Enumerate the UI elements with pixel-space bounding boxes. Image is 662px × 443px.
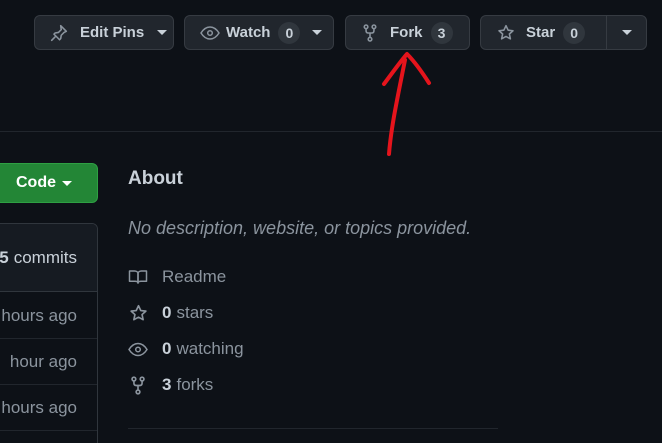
edit-pins-label: Edit Pins [80,24,145,41]
code-button[interactable]: Code [0,163,98,203]
watching-count: 0 [162,339,172,358]
book-icon [128,268,148,286]
list-item: hour ago [0,339,97,385]
chevron-down-icon [621,30,632,35]
fork-label: Fork [390,24,423,41]
about-heading: About [128,168,183,189]
star-label: Star [526,24,556,41]
commit-time: hours ago [1,305,77,325]
star-list-dropdown[interactable] [607,16,646,49]
star-button-group: Star 0 [480,15,647,50]
chevron-down-icon [62,180,72,186]
forks-label: forks [176,375,214,394]
list-item: hours ago [0,293,97,339]
about-divider [128,428,498,429]
stars-count: 0 [162,303,172,322]
fork-count: 3 [430,21,453,44]
repo-page: Edit Pins Watch 0 Fork 3 Star 0 Code 5 c… [0,0,662,443]
file-list: 5 commits hours ago hour ago hours ago [0,223,98,443]
watch-count: 0 [278,21,301,44]
commit-time: hours ago [1,397,77,417]
about-description: No description, website, or topics provi… [128,218,472,238]
header-divider [0,131,662,132]
commit-time: hour ago [9,351,77,371]
edit-pins-button[interactable]: Edit Pins [34,15,174,50]
eye-icon [128,341,148,358]
star-icon [497,24,515,42]
commits-link[interactable]: 5 commits [0,224,97,292]
watch-button[interactable]: Watch 0 [184,15,334,50]
repo-forked-icon [363,23,377,42]
chevron-down-icon [157,30,168,35]
readme-link[interactable]: Readme [128,265,226,289]
commits-count: 5 [0,247,9,267]
forks-count: 3 [162,375,172,394]
fork-button[interactable]: Fork 3 [345,15,470,50]
readme-label: Readme [162,267,227,286]
repo-forked-icon [128,375,148,395]
list-item: hours ago [0,385,97,431]
commits-label: commits [13,247,77,267]
star-button[interactable]: Star 0 [481,16,603,49]
stars-link[interactable]: 0 stars [128,301,213,325]
chevron-down-icon [312,30,323,35]
code-label: Code [16,174,56,191]
eye-icon [200,24,220,42]
star-icon [128,304,148,323]
watching-link[interactable]: 0 watching [128,337,244,361]
pin-icon [50,24,68,42]
watching-label: watching [176,339,244,358]
stars-label: stars [176,303,214,322]
star-count: 0 [563,21,586,44]
watch-label: Watch [226,24,271,41]
forks-link[interactable]: 3 forks [128,373,213,397]
